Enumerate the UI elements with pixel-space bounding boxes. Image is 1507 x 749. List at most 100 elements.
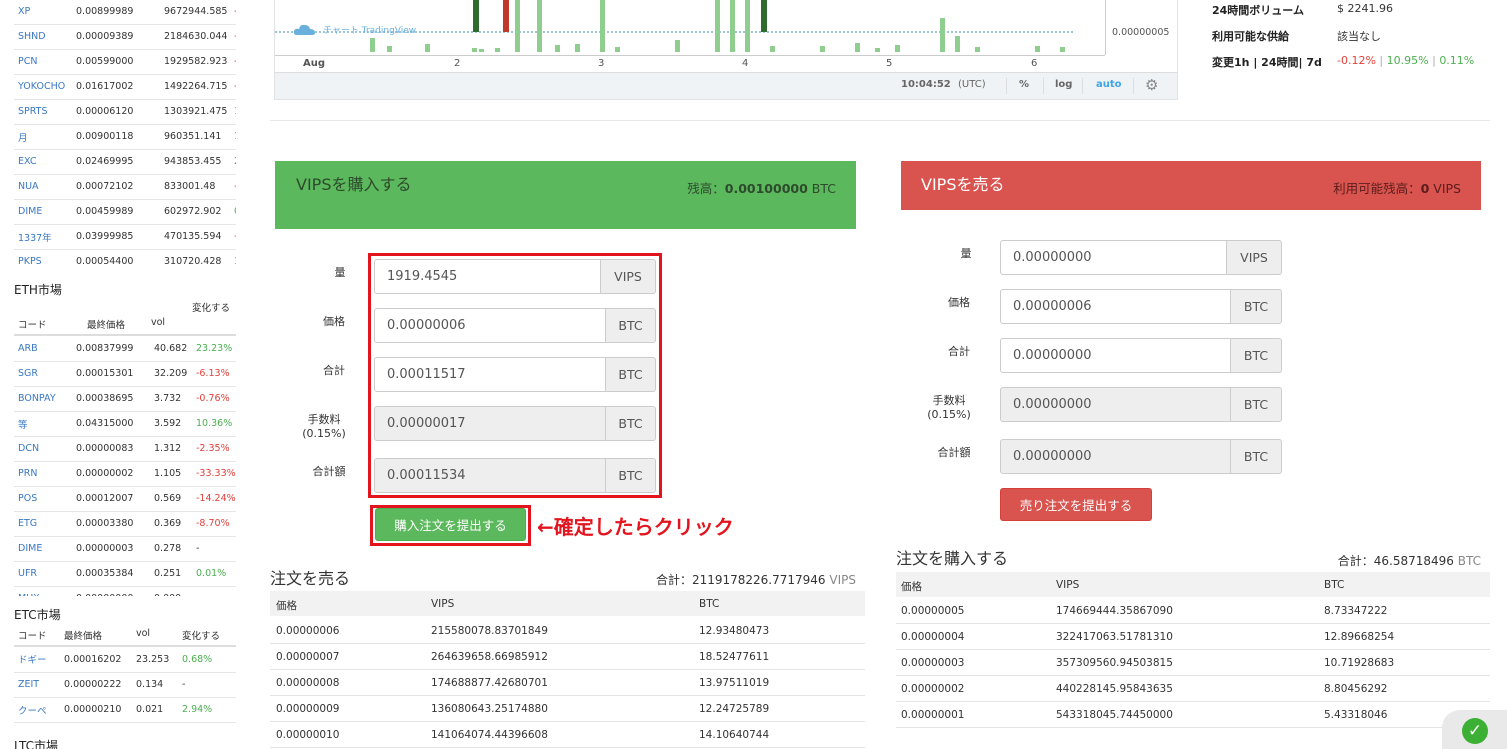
sell-total-input[interactable]: 0.00000000 [1000,338,1231,373]
table-row[interactable]: 0.00000001 543318045.74450000 5.43318046 [896,702,1490,728]
table-row[interactable]: DIME 0.00000003 0.278- [14,536,236,562]
table-row[interactable]: MUX0.000000000.000 [14,586,236,596]
market-code[interactable]: MUX [14,586,72,596]
market-code[interactable]: EXC [14,149,72,175]
fee-label: 手数料 [932,394,966,407]
table-row[interactable]: 0.00000002 440228145.95843635 8.80456292 [896,676,1490,702]
table-row[interactable]: YOKOCHO0.016170021492264.715- [14,74,236,100]
table-row[interactable]: 0.00000010 141064074.44396608 14.1064074… [270,722,865,748]
price-chart[interactable]: チャート TradingView 0.00000005 Aug 2 3 4 5 … [274,0,1178,100]
market-code[interactable]: 月 [14,124,72,150]
market-price: 0.00009389 [72,24,160,50]
table-row[interactable]: XP0.008999899672944.585- [14,0,236,25]
table-row[interactable]: 0.00000006 215580078.83701849 12.9348047… [270,618,865,644]
table-row[interactable]: PRN 0.00000002 1.105 -33.33% [14,461,236,487]
balance-label: 利用可能残高： [1333,181,1421,196]
market-price: 0.00054400 [72,249,160,269]
table-row[interactable]: 0.00000007 264639658.66985912 18.5247761… [270,644,865,670]
table-row[interactable]: PKPS0.00054400310720.4281 [14,249,236,269]
table-row[interactable]: 月0.00900118960351.1411 [14,124,236,150]
btc-market-list[interactable]: XP0.008999899672944.585- SHND0.000093892… [14,0,236,269]
table-row[interactable]: UFR 0.00035384 0.251 0.01% [14,561,236,587]
table-row[interactable]: DCN 0.00000083 1.312 -2.35% [14,436,236,462]
market-change: -0.76% [192,386,236,412]
table-row[interactable]: BONPAY 0.00038695 3.732 -0.76% [14,386,236,412]
change-1h: -0.12% [1337,54,1376,67]
sell-amount-input[interactable]: 0.00000000 [1000,240,1227,275]
table-row[interactable]: SPRTS0.000061201303921.4751 [14,99,236,125]
market-code[interactable]: ドギー [14,647,60,673]
market-code[interactable]: PCN [14,49,72,75]
change-24h: 10.95% [1386,54,1429,67]
table-row[interactable]: DIME0.00459989602972.9020 [14,199,236,225]
chart-y-axis[interactable]: 0.00000005 [1105,0,1179,55]
market-code[interactable]: ZEIT [14,672,60,698]
market-price: 0.00000003 [72,536,150,562]
log-toggle[interactable]: log [1055,79,1072,90]
market-vol: 2184630.044 [160,24,230,50]
market-code[interactable]: ARB [14,336,72,362]
table-row[interactable]: 0.00000005 174669444.35867090 8.73347222 [896,598,1490,624]
table-row[interactable]: PCN0.005990001929582.923- [14,49,236,75]
table-row[interactable]: ETG 0.00003380 0.369 -8.70% [14,511,236,537]
eth-market-table: ARB 0.00837999 40.682 23.23% SGR 0.00015301 3… [14,336,236,596]
table-row[interactable]: 0.00000009 136080643.25174880 12.2472578… [270,696,865,722]
col-code: コード [18,320,47,331]
market-code[interactable]: PKPS [14,249,72,269]
submit-buy-order-button[interactable]: 購入注文を提出する [375,508,526,541]
market-vol: 0.134 [132,672,178,698]
market-vol: 1.312 [150,436,192,462]
market-code[interactable]: ETG [14,511,72,537]
table-row[interactable]: 0.00000003 357309560.94503815 10.7192868… [896,650,1490,676]
sell-orders-header: 価格 VIPS BTC [270,591,865,616]
market-code[interactable]: SPRTS [14,99,72,125]
status-badge[interactable]: ✓ [1442,710,1507,749]
table-row[interactable]: ZEIT 0.00000222 0.134- [14,672,236,698]
market-code[interactable]: BONPAY [14,386,72,412]
eth-market-list[interactable]: ARB 0.00837999 40.682 23.23% SGR 0.00015301 3… [14,336,236,596]
total-unit: VIPS [829,573,856,587]
gear-icon[interactable]: ⚙ [1145,76,1158,94]
table-row[interactable]: POS 0.00012007 0.569 -14.24% [14,486,236,512]
market-code[interactable]: SHND [14,24,72,50]
chart-x-axis[interactable]: Aug 2 3 4 5 6 [275,55,1105,71]
market-code[interactable]: XP [14,0,72,25]
table-row[interactable]: SHND0.000093892184630.044- [14,24,236,50]
market-code[interactable]: DIME [14,536,72,562]
table-row[interactable]: SGR 0.00015301 32.209 -6.13% [14,361,236,387]
etc-market-list[interactable]: ドギー 0.00016202 23.253 0.68% ZEIT 0.00000222 0… [14,647,236,723]
table-row[interactable]: 0.00000008 174688877.42680701 13.9751101… [270,670,865,696]
table-row[interactable]: EXC0.02469995943853.4552 [14,149,236,175]
market-code[interactable]: PRN [14,461,72,487]
market-code[interactable]: DCN [14,436,72,462]
sell-price-input[interactable]: 0.00000006 [1000,289,1231,324]
market-price: 0.02469995 [72,149,160,175]
market-code[interactable]: UFR [14,561,72,587]
table-row[interactable]: 0.00000004 322417063.51781310 12.8966825… [896,624,1490,650]
col-price: 価格 [901,581,922,593]
chart-timezone[interactable]: (UTC) [958,79,986,90]
market-code[interactable]: 1337年 [14,224,72,250]
order-price: 0.00000004 [901,631,965,643]
market-code[interactable]: NUA [14,174,72,200]
market-code[interactable]: DIME [14,199,72,225]
auto-toggle[interactable]: auto [1096,79,1122,90]
market-code[interactable]: SGR [14,361,72,387]
chart-plot-area[interactable]: チャート TradingView [275,0,1105,55]
stat-value: 該当なし [1337,30,1381,43]
market-code[interactable]: POS [14,486,72,512]
market-change: 23.23% [192,336,236,362]
percent-toggle[interactable]: % [1019,79,1029,90]
market-code[interactable]: 等 [14,411,72,437]
table-row[interactable]: NUA0.00072102833001.48- [14,174,236,200]
table-row[interactable]: クーペ 0.00000210 0.021 2.94% [14,697,236,723]
submit-sell-order-button[interactable]: 売り注文を提出する [1000,488,1152,521]
market-code[interactable]: クーペ [14,697,60,723]
table-row[interactable]: 1337年0.03999985470135.594- [14,224,236,250]
order-btc: 8.73347222 [1324,605,1388,617]
market-code[interactable]: YOKOCHO [14,74,72,100]
candle [503,0,509,32]
table-row[interactable]: 等 0.04315000 3.592 10.36% [14,411,236,437]
table-row[interactable]: ARB 0.00837999 40.682 23.23% [14,336,236,362]
table-row[interactable]: ドギー 0.00016202 23.253 0.68% [14,647,236,673]
